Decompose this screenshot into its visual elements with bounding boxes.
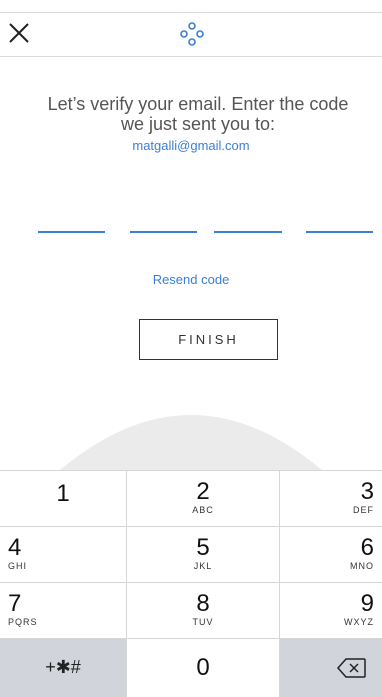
key-6-number: 6 xyxy=(360,534,374,561)
resend-code-link[interactable]: Resend code xyxy=(0,272,382,287)
key-3[interactable]: 3 DEF xyxy=(280,471,382,527)
key-7[interactable]: 7 PQRS xyxy=(0,583,127,639)
key-6-letters: MNO xyxy=(350,561,374,571)
key-1-number: 1 xyxy=(56,480,70,507)
symbols-key[interactable]: +✱# xyxy=(0,639,127,697)
key-3-number: 3 xyxy=(360,478,374,505)
key-8[interactable]: 8 TUV xyxy=(127,583,280,639)
key-5-number: 5 xyxy=(196,534,210,561)
message-line-2: we just sent you to: xyxy=(120,114,276,134)
code-field-3[interactable] xyxy=(214,231,282,233)
close-button[interactable] xyxy=(6,20,34,48)
top-bar xyxy=(0,0,382,58)
key-1[interactable]: 1 xyxy=(0,471,127,527)
dots-logo-icon xyxy=(179,22,205,48)
key-5[interactable]: 5 JKL xyxy=(127,527,280,583)
symbols-key-label: +✱# xyxy=(45,657,81,677)
key-2-letters: ABC xyxy=(192,505,214,515)
backspace-icon xyxy=(336,658,366,678)
key-4-number: 4 xyxy=(8,534,22,561)
keyboard-arc xyxy=(0,395,382,470)
verify-message: Let’s verify your email. Enter the code … xyxy=(20,94,376,134)
numeric-keypad: 1 2 ABC 3 DEF 4 GHI 5 JKL 6 MNO 7 PQRS 8 xyxy=(0,470,382,697)
backspace-key[interactable] xyxy=(280,639,382,697)
email-address: matgalli@gmail.com xyxy=(132,138,250,153)
key-9[interactable]: 9 WXYZ xyxy=(280,583,382,639)
key-6[interactable]: 6 MNO xyxy=(280,527,382,583)
message-line-1: Let’s verify your email. Enter the code xyxy=(47,94,349,114)
key-4[interactable]: 4 GHI xyxy=(0,527,127,583)
key-8-letters: TUV xyxy=(192,617,214,627)
key-7-letters: PQRS xyxy=(8,617,38,627)
key-5-letters: JKL xyxy=(193,561,213,571)
code-field-4[interactable] xyxy=(306,231,373,233)
key-9-number: 9 xyxy=(360,590,374,617)
key-2-number: 2 xyxy=(196,478,210,505)
key-0[interactable]: 0 xyxy=(127,639,280,697)
key-7-number: 7 xyxy=(8,590,22,617)
code-field-2[interactable] xyxy=(130,231,197,233)
finish-button[interactable]: FINISH xyxy=(139,319,278,360)
top-divider xyxy=(0,12,382,13)
key-2[interactable]: 2 ABC xyxy=(127,471,280,527)
code-field-1[interactable] xyxy=(38,231,105,233)
header-divider xyxy=(0,56,382,57)
key-4-letters: GHI xyxy=(8,561,28,571)
key-9-letters: WXYZ xyxy=(344,617,374,627)
close-icon xyxy=(9,23,29,43)
key-0-number: 0 xyxy=(196,654,210,681)
verify-email-screen: Let’s verify your email. Enter the code … xyxy=(0,0,382,697)
key-8-number: 8 xyxy=(196,590,210,617)
key-3-letters: DEF xyxy=(353,505,374,515)
